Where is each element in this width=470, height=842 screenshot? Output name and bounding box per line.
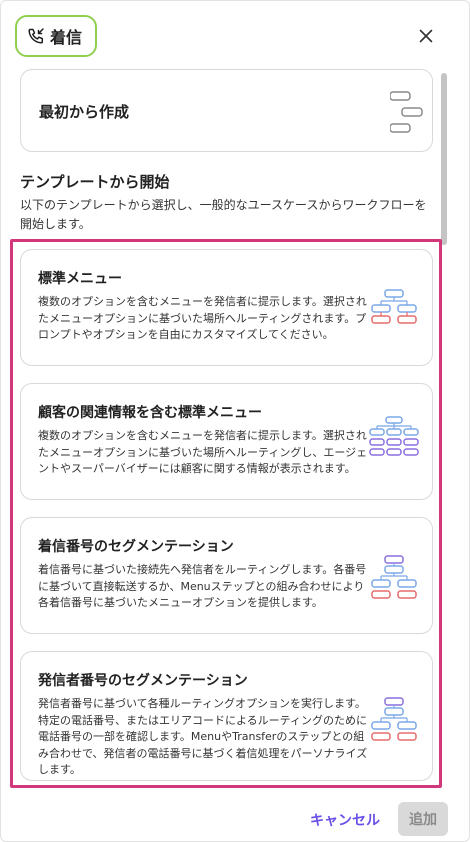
templates-section-title: テンプレートから開始 — [20, 173, 170, 191]
flow-blocks-icon — [390, 91, 423, 133]
create-from-scratch-card[interactable]: 最初から作成 — [20, 69, 433, 152]
cancel-button[interactable]: キャンセル — [297, 805, 393, 835]
dialog-header: 着信 — [1, 1, 469, 67]
add-button[interactable]: 追加 — [398, 802, 448, 836]
chip-label: 着信 — [50, 28, 83, 47]
selection-highlight-frame — [10, 239, 442, 788]
call-type-chip[interactable]: 着信 — [15, 15, 97, 57]
scrollbar-thumb[interactable] — [441, 73, 447, 245]
close-button[interactable] — [415, 25, 437, 47]
templates-section-description: 以下のテンプレートから選択し、一般的なユースケースからワークフローを開始します。 — [20, 198, 427, 231]
dialog-footer: キャンセル 追加 — [1, 797, 469, 841]
create-from-scratch-label: 最初から作成 — [39, 103, 130, 121]
dialog-panel: 着信 最初から作成 テンプレートから開始 以下のテンプレートから選択し、一般的な… — [0, 0, 470, 842]
close-icon — [419, 29, 433, 43]
phone-incoming-icon — [28, 28, 44, 44]
